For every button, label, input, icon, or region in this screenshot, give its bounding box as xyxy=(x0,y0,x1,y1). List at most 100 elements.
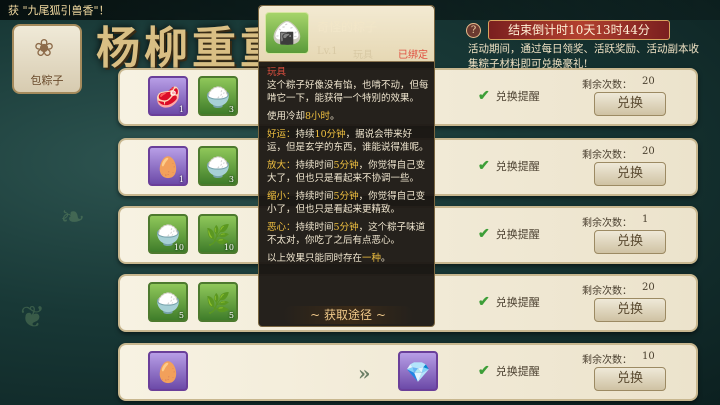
exchange-reminder-toggle[interactable]: ✔ 兑换提醒 xyxy=(478,363,540,379)
footer-end: 。 xyxy=(381,253,391,264)
cooldown-label: 使用冷却 xyxy=(267,111,306,122)
source-button-label: 获取途径 xyxy=(323,308,372,322)
material-slot[interactable]: 🌿 5 xyxy=(198,282,238,322)
decor-leaf-icon: ❦ xyxy=(20,300,46,335)
check-icon: ✔ xyxy=(478,88,490,104)
remaining-count: 剩余次数： 20 xyxy=(582,282,682,297)
rice-icon: 🍚 xyxy=(155,291,181,315)
material-slot[interactable]: 💎 xyxy=(398,351,438,391)
effect-name: 放大： xyxy=(267,160,296,171)
egg-icon: 🥚 xyxy=(155,360,181,384)
rice-icon: 🍚 xyxy=(205,155,231,179)
remaining-label: 剩余次数： xyxy=(582,150,632,161)
remaining-value: 20 xyxy=(642,282,655,293)
item-intro: 这个粽子好像没有馅，也啃不动，但每啃它一下，能获得一个特别的效果。 xyxy=(267,80,429,104)
effect-entry: 放大：持续时间5分钟，你觉得自己变大了，但也只是看起来不协调一些。 xyxy=(267,159,429,185)
remaining-label: 剩余次数： xyxy=(582,286,632,297)
exchange-reminder-toggle[interactable]: ✔ 兑换提醒 xyxy=(478,158,540,174)
material-count: 3 xyxy=(228,105,234,114)
material-count: 10 xyxy=(173,243,184,252)
remaining-label: 剩余次数： xyxy=(582,355,632,366)
remaining-label: 剩余次数： xyxy=(582,80,632,91)
check-icon: ✔ xyxy=(478,294,490,310)
effect-prefix: 持续时间 xyxy=(295,222,334,233)
material-slot[interactable]: 🍚 3 xyxy=(198,146,238,186)
remaining-value: 20 xyxy=(642,76,655,87)
rice-icon: 🍚 xyxy=(205,85,231,109)
reminder-label: 兑换提醒 xyxy=(495,365,540,378)
exchange-button[interactable]: 兑换 xyxy=(594,367,666,391)
material-count: 1 xyxy=(178,175,184,184)
material-slot[interactable]: 🍚 5 xyxy=(148,282,188,322)
effect-prefix: 持续时间 xyxy=(295,191,334,202)
meat-icon: 🥩 xyxy=(155,85,181,109)
check-icon: ✔ xyxy=(478,363,490,379)
item-tooltip: 🍙 奇怪的粽子 Lv.1 玩具 已绑定 玩具 这个粽子好像没有馅，也啃不动，但每啃… xyxy=(258,5,435,327)
material-count: 5 xyxy=(228,311,234,320)
item-name: 奇怪的粽子 xyxy=(317,20,378,34)
zongzi-icon: ❀ xyxy=(34,34,55,62)
exchange-button[interactable]: 兑换 xyxy=(594,298,666,322)
material-slot[interactable]: 🍚 3 xyxy=(198,76,238,116)
reminder-label: 兑换提醒 xyxy=(495,228,540,241)
item-type: 玩具 xyxy=(353,50,373,61)
bind-status: 已绑定 xyxy=(398,50,428,61)
exchange-button[interactable]: 兑换 xyxy=(594,230,666,254)
material-slot[interactable]: 🌿 10 xyxy=(198,214,238,254)
effect-duration: 10分钟 xyxy=(314,129,346,140)
item-category: 玩具 xyxy=(267,67,287,78)
material-slot[interactable]: 🥚 xyxy=(148,351,188,391)
material-count: 5 xyxy=(178,311,184,320)
remaining-count: 剩余次数： 20 xyxy=(582,146,682,161)
effect-name: 恶心： xyxy=(267,222,296,233)
check-icon: ✔ xyxy=(478,158,490,174)
material-count: 3 xyxy=(228,175,234,184)
footer-value: 一种 xyxy=(362,253,382,264)
material-count: 1 xyxy=(178,105,184,114)
remaining-value: 20 xyxy=(642,146,655,157)
check-icon: ✔ xyxy=(478,226,490,242)
leaf-icon: 🌿 xyxy=(205,291,231,315)
exchange-reminder-toggle[interactable]: ✔ 兑换提醒 xyxy=(478,294,540,310)
remaining-count: 剩余次数： 1 xyxy=(582,214,682,229)
tab-bao-zongzi[interactable]: ❀ 包粽子 xyxy=(12,24,82,94)
effect-name: 缩小： xyxy=(267,191,296,202)
exchange-button[interactable]: 兑换 xyxy=(594,162,666,186)
effect-name: 好运： xyxy=(267,129,296,140)
egg-icon: 🥚 xyxy=(155,155,181,179)
material-slot[interactable]: 🥚 1 xyxy=(148,146,188,186)
footer-text: 以上效果只能同时存在 xyxy=(267,253,363,264)
zongzi-item-icon: 🍙 xyxy=(265,12,309,54)
effect-prefix: 持续 xyxy=(295,129,315,140)
material-slot[interactable]: 🥩 1 xyxy=(148,76,188,116)
exchange-button[interactable]: 兑换 xyxy=(594,92,666,116)
remaining-value: 1 xyxy=(642,214,649,225)
material-slot[interactable]: 🍚 10 xyxy=(148,214,188,254)
reminder-label: 兑换提醒 xyxy=(495,296,540,309)
item-description: 玩具这个粽子好像没有馅，也啃不动，但每啃它一下，能获得一个特别的效果。 使用冷却… xyxy=(267,66,429,270)
remaining-count: 剩余次数： 10 xyxy=(582,351,682,366)
effect-duration: 5分钟 xyxy=(333,160,359,171)
effect-entry: 缩小：持续时间5分钟，你觉得自己变小了，但也只是看起来更精致。 xyxy=(267,190,429,216)
decor-leaf-icon: ❧ xyxy=(60,200,86,235)
announcement-text: 获 "九尾狐引兽香"！ xyxy=(8,4,110,17)
help-icon[interactable]: ? xyxy=(466,23,481,38)
reminder-label: 兑换提醒 xyxy=(495,90,540,103)
effect-entry: 好运：持续10分钟，据说会带来好运，但是玄学的东西，谁能说得准呢。 xyxy=(267,128,429,154)
reminder-label: 兑换提醒 xyxy=(495,160,540,173)
crystal-icon: 💎 xyxy=(405,360,431,384)
effect-duration: 5分钟 xyxy=(333,222,359,233)
exchange-row: 🥚 💎 » ✔ 兑换提醒 剩余次数： 10 兑换 xyxy=(118,343,698,401)
effect-prefix: 持续时间 xyxy=(295,160,334,171)
material-count: 10 xyxy=(223,243,234,252)
effect-duration: 5分钟 xyxy=(333,191,359,202)
remaining-label: 剩余次数： xyxy=(582,218,632,229)
effect-entry: 恶心：持续时间5分钟，这个粽子味道不太对，你吃了之后有点恶心。 xyxy=(267,221,429,247)
cooldown-end: 。 xyxy=(330,111,340,122)
tab-label: 包粽子 xyxy=(30,74,64,87)
exchange-reminder-toggle[interactable]: ✔ 兑换提醒 xyxy=(478,88,540,104)
exchange-reminder-toggle[interactable]: ✔ 兑换提醒 xyxy=(478,226,540,242)
remaining-value: 10 xyxy=(642,351,655,362)
cooldown-value: 8小时 xyxy=(305,111,331,122)
source-button[interactable]: ~ 获取途径 ~ xyxy=(283,306,413,324)
